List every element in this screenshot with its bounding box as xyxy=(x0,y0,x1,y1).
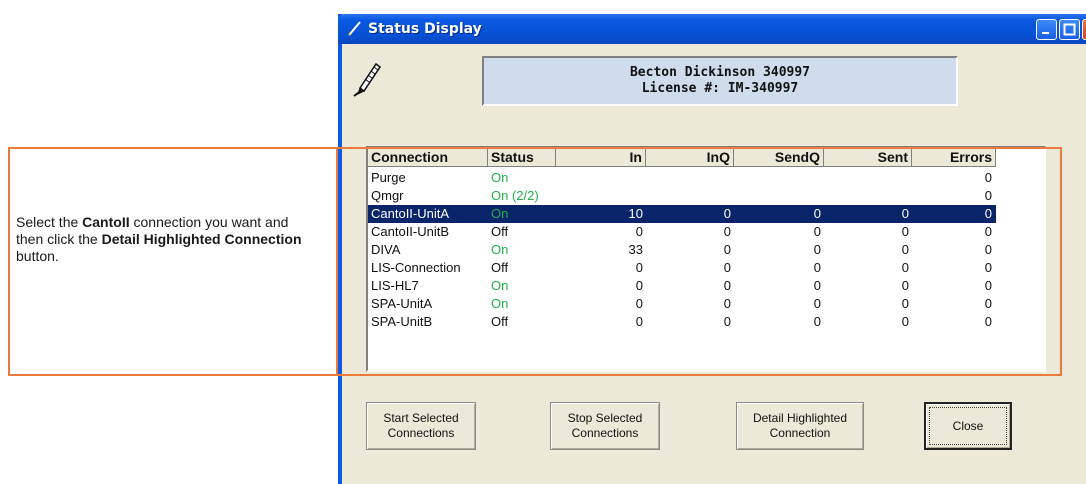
license-display: Becton Dickinson 340997 License #: IM-34… xyxy=(482,56,958,106)
minimize-icon xyxy=(1042,32,1049,34)
close-button[interactable]: Close xyxy=(924,402,1012,450)
focus-ring xyxy=(929,407,1007,445)
pen-icon xyxy=(348,21,361,36)
detail-highlighted-button[interactable]: Detail Highlighted Connection xyxy=(736,402,864,450)
title-bar[interactable]: Status Display xyxy=(338,14,1086,44)
company-line: Becton Dickinson 340997 xyxy=(629,65,810,80)
minimize-button[interactable] xyxy=(1036,19,1057,40)
maximize-icon xyxy=(1063,23,1076,36)
maximize-button[interactable] xyxy=(1059,19,1080,40)
close-window-button[interactable] xyxy=(1082,19,1086,40)
stop-selected-button[interactable]: Stop Selected Connections xyxy=(550,402,660,450)
license-line: License #: IM-340997 xyxy=(641,81,799,96)
window-title: Status Display xyxy=(368,21,482,37)
start-selected-button[interactable]: Start Selected Connections xyxy=(366,402,476,450)
annotation-frame xyxy=(8,147,1062,376)
pen-logo-icon xyxy=(353,62,382,97)
annotation-divider xyxy=(336,147,338,376)
